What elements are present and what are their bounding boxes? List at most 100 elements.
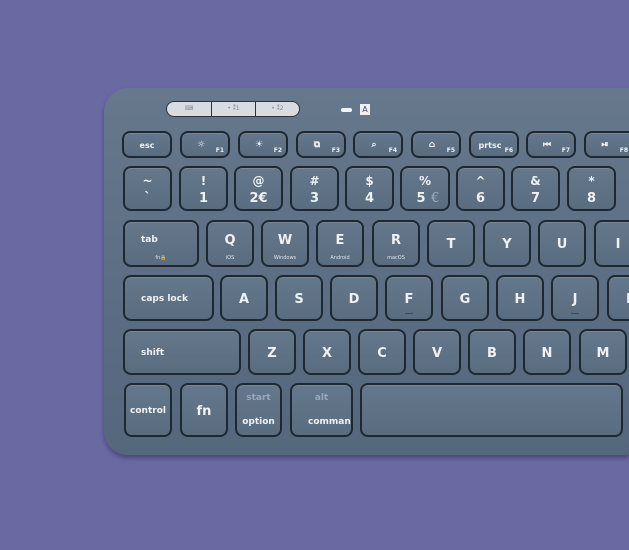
key-modifiers-2[interactable]: start option [235, 383, 282, 437]
key-top-legend: start [246, 393, 271, 403]
key-number-4[interactable]: $4 [345, 166, 394, 211]
key-face: prtsc F6 [471, 133, 517, 156]
device-toggle-2[interactable]: • ⁑2 [255, 101, 300, 117]
key-face: D [332, 277, 376, 319]
key-face: C [360, 331, 404, 373]
home-key-bump [571, 313, 579, 314]
key-number-5[interactable]: % 5 € [400, 166, 450, 211]
key-top-legend: ~ [142, 174, 153, 188]
key-qwerty-7[interactable]: U [538, 220, 586, 267]
key-bottom_letters-6[interactable]: N [523, 329, 571, 375]
key-function-7[interactable]: ⏮ F7 [526, 131, 576, 158]
key-legend: T [446, 237, 456, 252]
key-face: control [126, 385, 170, 435]
key-qwerty-8[interactable]: I [594, 220, 629, 267]
device-toggle-keyboard[interactable]: ⌨ [166, 101, 212, 117]
key-face: start option [237, 385, 280, 435]
key-home-0[interactable]: caps lock [123, 275, 214, 321]
key-face: ☀ F2 [240, 133, 286, 156]
key-legend: W [277, 233, 293, 248]
key-bottom_letters-0[interactable]: shift [123, 329, 241, 375]
key-legend: 1 [198, 191, 209, 206]
key-qwerty-0[interactable]: tab fn🔒 [123, 220, 199, 267]
key-legend: 6 [475, 191, 486, 206]
key-top-legend: % [418, 174, 432, 188]
key-legend: 4 [364, 191, 375, 206]
key-function-0[interactable]: esc [122, 131, 172, 158]
key-number-8[interactable]: * 8 [567, 166, 616, 211]
key-function-3[interactable]: ⧉ F3 [296, 131, 346, 158]
key-bottom_letters-5[interactable]: B [468, 329, 516, 375]
key-face: ⧉ F3 [298, 133, 344, 156]
key-os-label: Windows [273, 255, 297, 261]
key-legend: E [335, 233, 345, 248]
key-legend: G [459, 291, 471, 307]
key-home-8[interactable]: K [607, 275, 629, 321]
key-legend: 2€ [249, 191, 268, 206]
key-face: V [415, 331, 459, 373]
space-key[interactable] [360, 383, 623, 437]
key-top-legend: & [530, 174, 541, 188]
key-qwerty-5[interactable]: T [427, 220, 475, 267]
key-face: B [470, 331, 514, 373]
key-bottom_letters-1[interactable]: Z [248, 329, 296, 375]
key-face: % 5 € [402, 168, 448, 209]
key-os-label: iOS [225, 255, 235, 261]
key-face: ~ ` [125, 168, 170, 209]
key-number-3[interactable]: #3 [290, 166, 339, 211]
device-toggle-1[interactable]: • ⁑1 [211, 101, 256, 117]
key-home-6[interactable]: H [496, 275, 544, 321]
status-led [341, 108, 352, 112]
key-face: N [525, 331, 569, 373]
key-function-4[interactable]: ⌕ F4 [353, 131, 403, 158]
key-number-1[interactable]: ! 1 [179, 166, 228, 211]
key-home-4[interactable]: F [385, 275, 433, 321]
key-modifiers-1[interactable]: fn [180, 383, 228, 437]
key-qwerty-6[interactable]: Y [483, 220, 531, 267]
key-face: ! 1 [181, 168, 226, 209]
key-function-1[interactable]: ☼ F1 [180, 131, 230, 158]
key-bottom_letters-2[interactable]: X [303, 329, 351, 375]
key-face: ⏯ F8 [586, 133, 629, 156]
key-top-legend: @ [252, 174, 265, 188]
key-legend: R [390, 233, 401, 248]
key-legend: F [404, 291, 414, 307]
key-face: E Android [318, 222, 362, 265]
key-home-5[interactable]: G [441, 275, 489, 321]
key-home-1[interactable]: A [220, 275, 268, 321]
key-qwerty-1[interactable]: QiOS [206, 220, 254, 267]
caps-lock-indicator: A [360, 104, 370, 115]
key-function-8[interactable]: ⏯ F8 [584, 131, 629, 158]
key-function-5[interactable]: ⌂ F5 [411, 131, 461, 158]
key-number-6[interactable]: ^ 6 [456, 166, 505, 211]
key-legend: Y [502, 237, 512, 252]
key-modifiers-0[interactable]: control [124, 383, 172, 437]
key-face: ⌂ F5 [413, 133, 459, 156]
key-legend: ` [144, 191, 151, 206]
key-number-7[interactable]: & 7 [511, 166, 560, 211]
key-home-7[interactable]: J [551, 275, 599, 321]
key-qwerty-4[interactable]: RmacOS [372, 220, 420, 267]
key-bottom_letters-4[interactable]: V [413, 329, 461, 375]
key-face: * 8 [569, 168, 614, 209]
key-function-2[interactable]: ☀ F2 [238, 131, 288, 158]
key-bottom_letters-7[interactable]: M [579, 329, 627, 375]
key-modifiers-3[interactable]: alt command [290, 383, 353, 437]
key-home-2[interactable]: S [275, 275, 323, 321]
key-legend: S [294, 291, 304, 307]
key-number-0[interactable]: ~ ` [123, 166, 172, 211]
key-legend: caps lock [141, 293, 188, 304]
key-home-3[interactable]: D [330, 275, 378, 321]
key-legend: I [615, 237, 621, 252]
key-top-legend: ^ [475, 174, 486, 188]
key-face: QiOS [208, 222, 252, 265]
key-legend: M [596, 345, 610, 361]
key-function-6[interactable]: prtsc F6 [469, 131, 519, 158]
key-number-2[interactable]: @2€ [234, 166, 283, 211]
key-face: M [581, 331, 625, 373]
key-top-legend: ! [200, 174, 207, 188]
key-face: ⌕ F4 [355, 133, 401, 156]
key-qwerty-3[interactable]: E Android [316, 220, 364, 267]
key-bottom_letters-3[interactable]: C [358, 329, 406, 375]
key-qwerty-2[interactable]: W Windows [261, 220, 309, 267]
